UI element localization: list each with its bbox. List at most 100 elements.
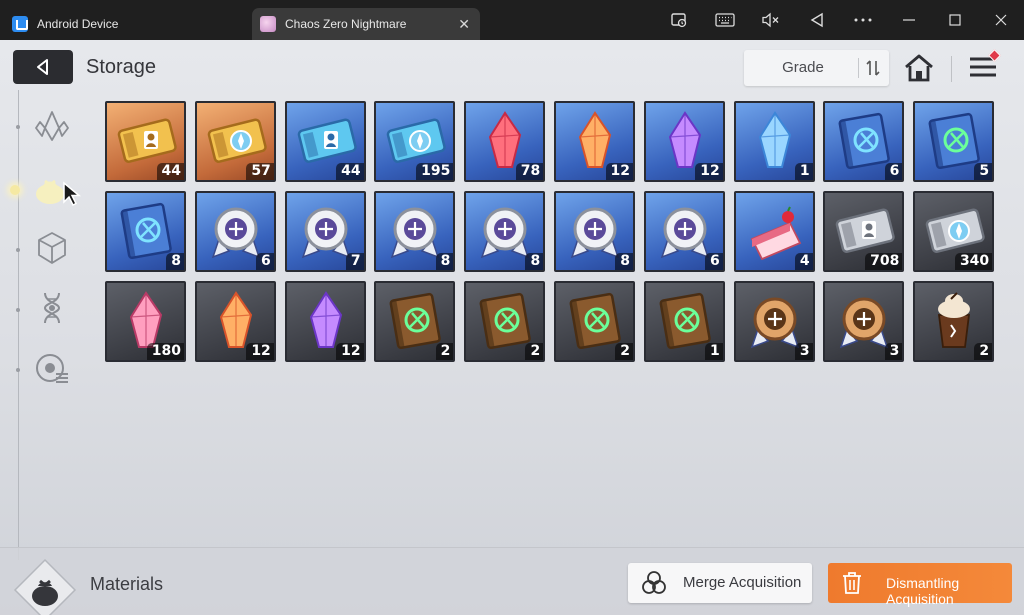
- maximize-icon[interactable]: [932, 0, 978, 40]
- item-count: 340: [954, 253, 993, 270]
- chip-category-icon[interactable]: [32, 348, 72, 388]
- orange-crystal-icon: [578, 111, 612, 168]
- blue-crystal-icon: [758, 111, 791, 168]
- game-viewport: Storage Grade 44 57 44 195 78 12 12 1 6 5 8 6 7 8 8 8 6 4…: [0, 40, 1024, 615]
- item-count: 1: [794, 163, 813, 180]
- item-slot[interactable]: 12: [284, 281, 366, 362]
- back-icon[interactable]: [794, 0, 840, 40]
- item-slot[interactable]: 8: [105, 191, 186, 272]
- android-device-icon: [12, 16, 28, 32]
- rail-dot: [16, 125, 20, 129]
- more-icon[interactable]: [840, 0, 886, 40]
- home-icon[interactable]: [903, 52, 935, 84]
- back-button[interactable]: [13, 50, 73, 84]
- item-slot[interactable]: 8: [553, 191, 635, 272]
- item-slot[interactable]: 1: [643, 281, 725, 362]
- item-slot[interactable]: 8: [374, 191, 456, 272]
- item-slot[interactable]: 3: [733, 281, 815, 362]
- item-count: 8: [435, 253, 454, 270]
- dna-category-icon[interactable]: [32, 288, 72, 328]
- silver-compass-ticket-icon: [925, 208, 985, 253]
- item-slot[interactable]: 57: [194, 101, 276, 182]
- item-slot[interactable]: 2: [913, 281, 995, 362]
- tab-label: Chaos Zero Nightmare: [285, 17, 407, 31]
- item-count: 180: [146, 343, 184, 360]
- tab-android-device[interactable]: Android Device: [12, 8, 248, 40]
- item-count: 708: [865, 253, 903, 270]
- item-count: 57: [246, 163, 274, 180]
- bronze-medal-bolt-icon: [840, 297, 889, 349]
- item-count: 4: [794, 253, 813, 270]
- item-slot[interactable]: 2: [374, 281, 456, 362]
- item-slot[interactable]: 12: [194, 281, 276, 362]
- item-count: 5: [974, 163, 993, 180]
- gold-compass-ticket-icon: [207, 118, 267, 163]
- item-slot[interactable]: 5: [913, 101, 995, 182]
- tab-close-icon[interactable]: ✕: [458, 16, 470, 32]
- storage-item-grid: 44 57 44 195 78 12 12 1 6 5 8 6 7 8 8 8 6 4 708 340 180 12 12 2…: [105, 101, 995, 362]
- item-slot[interactable]: 44: [284, 101, 366, 182]
- silver-medal-shield-icon: [301, 207, 350, 259]
- item-slot[interactable]: 6: [823, 101, 905, 182]
- item-slot[interactable]: 12: [553, 101, 635, 182]
- item-slot[interactable]: 8: [464, 191, 546, 272]
- dismantling-acquisition-button[interactable]: Dismantling Acquisition: [828, 563, 1012, 607]
- item-slot[interactable]: 3: [823, 281, 905, 362]
- item-count: 1: [705, 343, 723, 360]
- blue-book-green-icon: [928, 112, 980, 170]
- item-slot[interactable]: 6: [194, 191, 276, 272]
- trash-icon: [843, 572, 861, 594]
- rail-dot: [16, 308, 20, 312]
- minimize-icon[interactable]: [886, 0, 932, 40]
- item-slot[interactable]: 340: [913, 191, 995, 272]
- item-slot[interactable]: 708: [823, 191, 905, 272]
- close-icon[interactable]: [978, 0, 1024, 40]
- item-count: 2: [615, 343, 633, 360]
- item-slot[interactable]: 195: [374, 101, 456, 182]
- item-slot[interactable]: 6: [643, 191, 725, 272]
- blue-book-icon: [838, 112, 891, 170]
- sort-grade-button[interactable]: Grade: [744, 50, 889, 86]
- brown-book-target-icon: [569, 292, 621, 350]
- item-slot[interactable]: 4: [733, 191, 815, 272]
- item-slot[interactable]: 44: [105, 101, 186, 182]
- game-icon: [260, 16, 276, 32]
- item-count: 6: [884, 163, 903, 180]
- silver-ticket-icon: [836, 208, 896, 253]
- merge-label: Merge Acquisition: [683, 574, 802, 591]
- item-count: 3: [884, 343, 903, 360]
- tab-chaos-zero-nightmare[interactable]: Chaos Zero Nightmare ✕: [252, 8, 480, 40]
- crystal-category-icon[interactable]: [32, 106, 72, 146]
- item-slot[interactable]: 1: [733, 101, 815, 182]
- item-count: 8: [615, 253, 633, 270]
- item-slot[interactable]: 2: [553, 281, 635, 362]
- screen-record-icon[interactable]: [656, 0, 702, 40]
- item-slot[interactable]: 78: [464, 101, 546, 182]
- purple-shard-icon: [309, 291, 342, 348]
- coffee-icon: [938, 292, 971, 348]
- silver-medal-icon: [211, 207, 261, 259]
- sort-order-icon[interactable]: [866, 58, 880, 78]
- mute-icon[interactable]: [748, 0, 794, 40]
- cake-icon: [750, 206, 801, 261]
- keyboard-icon[interactable]: [702, 0, 748, 40]
- item-count: 12: [246, 343, 274, 360]
- bronze-medal-icon: [750, 297, 799, 349]
- merge-acquisition-button[interactable]: Merge Acquisition: [628, 563, 812, 603]
- item-slot[interactable]: 7: [284, 191, 366, 272]
- item-slot[interactable]: 180: [105, 281, 186, 362]
- mouse-cursor-icon: [63, 181, 82, 207]
- brown-book-shield-icon: [479, 292, 531, 350]
- item-count: 195: [416, 163, 454, 180]
- silver-medal-core-icon: [391, 207, 440, 259]
- item-slot[interactable]: 12: [643, 101, 725, 182]
- section-label: Materials: [90, 574, 164, 594]
- cube-category-icon[interactable]: [32, 228, 72, 268]
- divider: [951, 56, 952, 82]
- brown-book-wings-icon: [659, 292, 711, 350]
- rail-dot: [16, 368, 20, 372]
- silver-medal-sword-icon: [480, 207, 530, 259]
- item-slot[interactable]: 2: [464, 281, 546, 362]
- item-count: 44: [156, 163, 184, 180]
- merge-icon: [642, 571, 666, 594]
